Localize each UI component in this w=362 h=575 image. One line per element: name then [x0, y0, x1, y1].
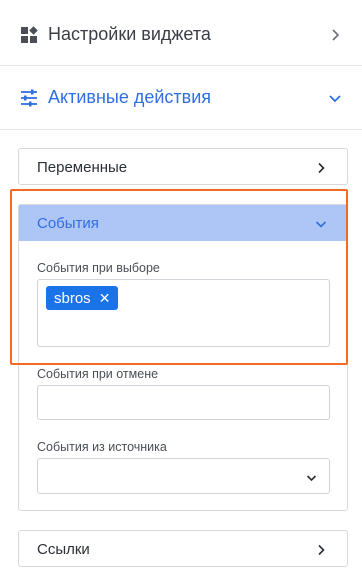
chevron-right-icon	[315, 161, 327, 174]
remove-tag-icon[interactable]: ✕	[99, 290, 111, 307]
variables-row[interactable]: Переменные	[19, 149, 347, 185]
source-events-select[interactable]	[37, 458, 330, 494]
events-header[interactable]: События	[19, 205, 347, 241]
links-row[interactable]: Ссылки	[19, 531, 347, 567]
source-events-label: События из источника	[37, 440, 167, 454]
variables-label: Переменные	[37, 158, 128, 176]
sliders-icon	[20, 89, 38, 107]
events-card: События События при выборе sbros ✕ Событ…	[18, 204, 348, 511]
event-tag-label: sbros	[54, 289, 91, 307]
chevron-right-icon	[328, 28, 342, 42]
on-cancel-events-label: События при отмене	[37, 367, 159, 381]
variables-card[interactable]: Переменные	[18, 148, 348, 185]
on-select-events-input[interactable]: sbros ✕	[37, 279, 330, 347]
on-select-events-label: События при выборе	[37, 261, 160, 275]
active-actions-header[interactable]: Активные действия	[0, 66, 362, 130]
events-label: События	[37, 214, 99, 232]
chevron-right-icon	[315, 543, 327, 556]
event-tag: sbros ✕	[46, 286, 119, 310]
links-card[interactable]: Ссылки	[18, 530, 348, 567]
chevron-down-icon	[328, 91, 342, 105]
chevron-down-icon	[306, 471, 317, 482]
active-actions-label: Активные действия	[48, 87, 212, 107]
chevron-down-icon	[315, 217, 327, 229]
links-label: Ссылки	[37, 540, 90, 558]
on-cancel-events-input[interactable]	[37, 385, 330, 420]
widget-settings-header[interactable]: Настройки виджета	[0, 4, 362, 66]
widget-settings-label: Настройки виджета	[48, 24, 211, 44]
widgets-icon	[20, 25, 38, 44]
